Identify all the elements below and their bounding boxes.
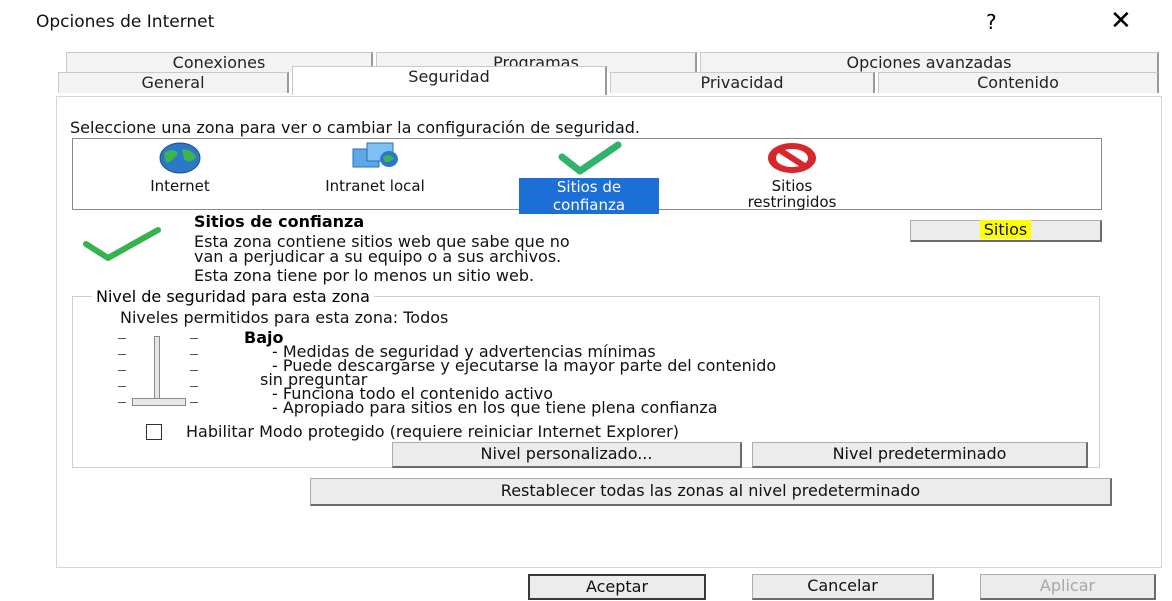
slider-thumb[interactable] (132, 398, 186, 406)
default-level-button[interactable]: Nivel predeterminado (752, 442, 1088, 468)
security-level-slider[interactable] (110, 332, 206, 408)
zone-internet[interactable]: Internet (125, 141, 235, 194)
zone-label-restringidos-2: restringidos (747, 193, 837, 211)
zone-label-confianza-1: Sitios de (519, 178, 659, 196)
close-button[interactable]: ✕ (1110, 6, 1132, 36)
allowed-levels: Niveles permitidos para esta zona: Todos (120, 308, 449, 327)
zone-label-restringidos-1: Sitios (771, 177, 813, 195)
protected-mode-checkbox[interactable] (146, 424, 162, 440)
zone-list: Internet Intranet local Sitios de confia… (72, 138, 1102, 214)
intranet-icon (352, 142, 398, 168)
tab-opciones-avanzadas[interactable]: Opciones avanzadas (700, 52, 1159, 73)
apply-button[interactable]: Aplicar (980, 574, 1156, 600)
zone-sitios-restringidos[interactable]: Sitios restringidos (719, 141, 865, 210)
zone-intranet-local[interactable]: Intranet local (291, 141, 459, 194)
sites-button-label: Sitios (979, 220, 1032, 239)
zone-note: Esta zona tiene por lo menos un sitio we… (194, 266, 535, 285)
zone-description-line2: van a perjudicar a su equipo o a sus arc… (194, 247, 562, 266)
level-description-5: - Apropiado para sitios en los que tiene… (272, 398, 718, 417)
tab-privacidad[interactable]: Privacidad (610, 72, 875, 93)
zone-instruction: Seleccione una zona para ver o cambiar l… (70, 118, 640, 137)
reset-all-zones-button[interactable]: Restablecer todas las zonas al nivel pre… (310, 478, 1112, 506)
help-button[interactable]: ? (986, 10, 997, 34)
custom-level-button[interactable]: Nivel personalizado... (392, 442, 742, 468)
zone-label-internet: Internet (150, 177, 210, 195)
window-title: Opciones de Internet (36, 12, 215, 32)
ok-button[interactable]: Aceptar (528, 574, 706, 600)
tab-general[interactable]: General (58, 72, 289, 93)
checkmark-icon (83, 227, 161, 261)
tab-seguridad[interactable]: Seguridad (292, 66, 607, 95)
checkmark-icon (558, 141, 622, 175)
internet-options-dialog: Opciones de Internet ? ✕ Conexiones Prog… (0, 0, 1172, 601)
zone-sitios-de-confianza[interactable]: Sitios de confianza (519, 141, 659, 214)
security-level-group-label: Nivel de seguridad para esta zona (92, 287, 374, 306)
sites-button[interactable]: Sitios (910, 220, 1102, 242)
zone-title: Sitios de confianza (194, 212, 365, 231)
protected-mode-label: Habilitar Modo protegido (requiere reini… (186, 422, 679, 441)
zone-label-confianza-2: confianza (519, 196, 659, 214)
zone-label-intranet: Intranet local (325, 177, 425, 195)
no-entry-icon (768, 143, 816, 173)
globe-icon (159, 142, 201, 174)
cancel-button[interactable]: Cancelar (752, 574, 934, 600)
tab-contenido[interactable]: Contenido (878, 72, 1159, 93)
